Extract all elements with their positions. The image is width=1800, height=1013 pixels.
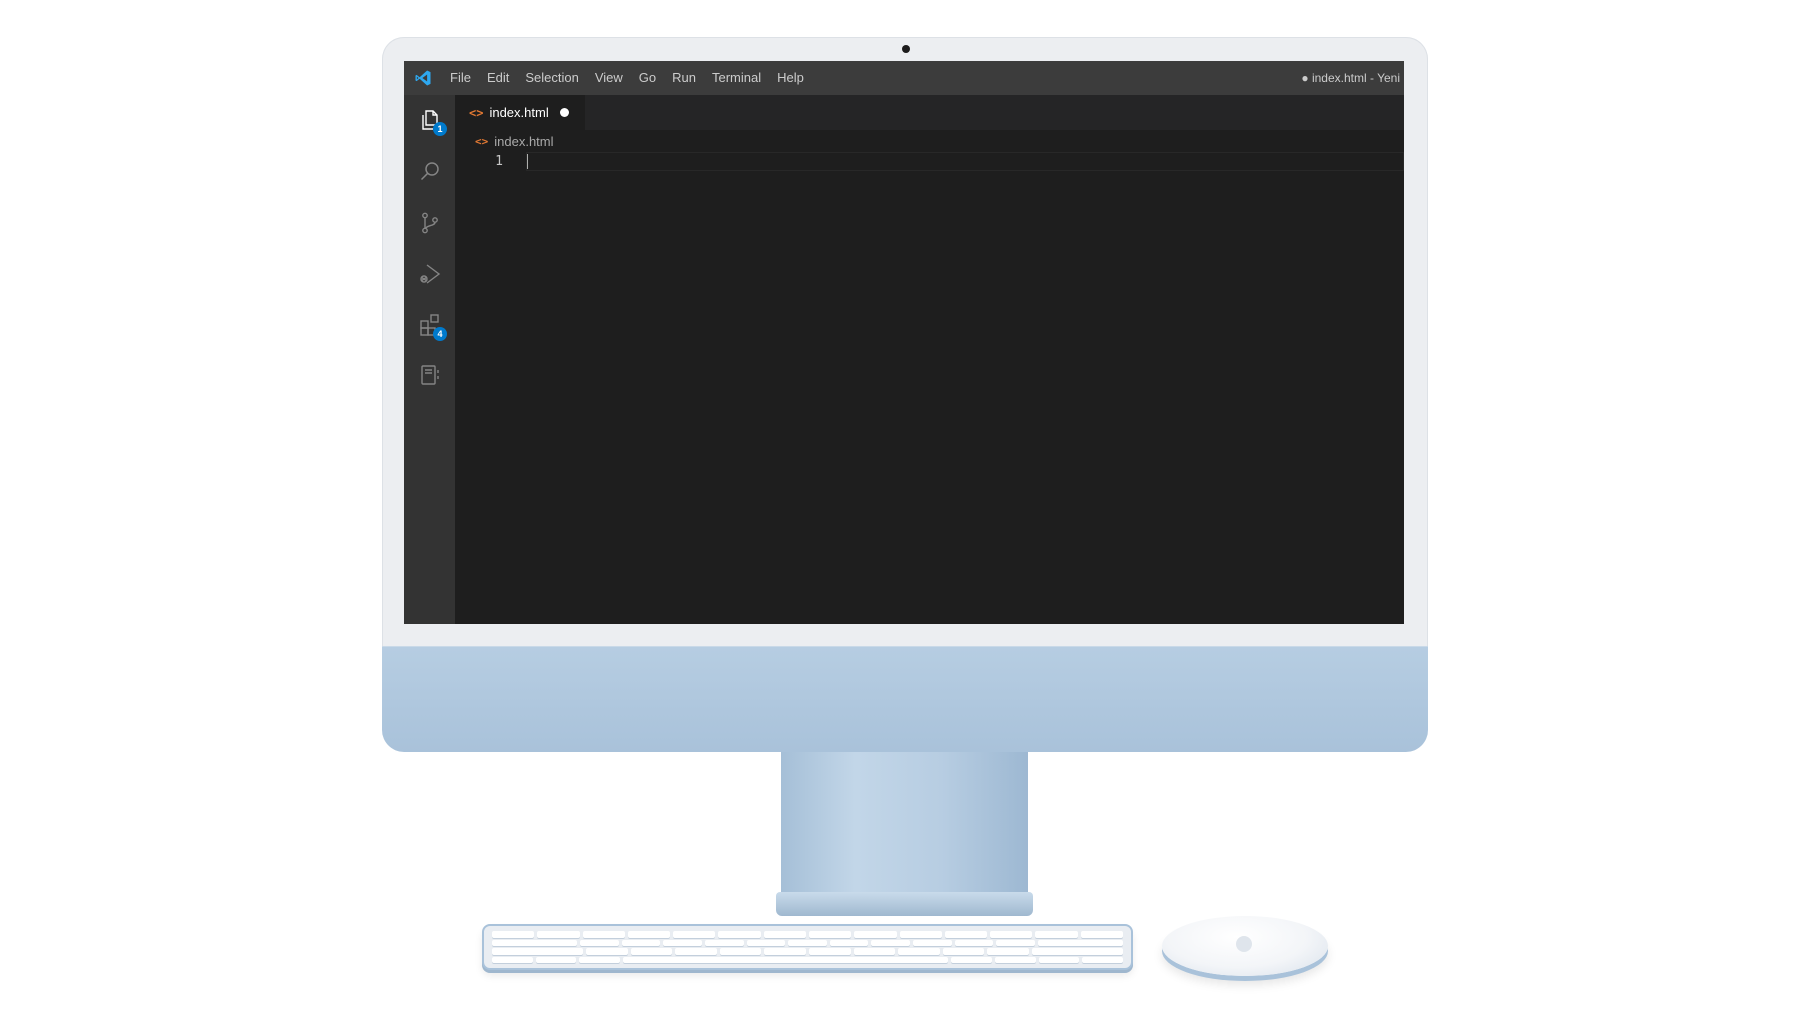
menu-file[interactable]: File [442,61,479,95]
code-editor[interactable]: 1 [455,152,1404,624]
imac-chin [382,646,1428,752]
menu-selection[interactable]: Selection [517,61,586,95]
camera-icon [902,45,910,53]
apple-logo-icon [1236,936,1252,952]
imac-scene: File Edit Selection View Go Run Terminal… [0,0,1800,1013]
extensions-badge: 4 [433,327,447,341]
keyboard [482,924,1133,970]
explorer-badge: 1 [433,122,447,136]
source-control-icon[interactable] [416,209,444,237]
html-file-icon: <> [469,105,484,120]
explorer-icon[interactable]: 1 [416,106,447,136]
line-number: 1 [495,154,503,169]
extensions-icon[interactable]: 4 [416,311,447,341]
text-cursor [527,154,528,169]
vscode-logo-icon[interactable] [404,61,442,95]
tab-label: index.html [489,105,549,120]
html-file-icon: <> [475,134,489,148]
activity-bar: 1 4 [404,95,455,624]
window-title: ● index.html - Yeni [1301,71,1400,85]
magic-mouse [1162,916,1328,976]
title-bar: File Edit Selection View Go Run Terminal… [404,61,1404,95]
unsaved-dot-icon[interactable] [560,108,569,117]
current-line-highlight [526,152,1404,171]
run-debug-icon[interactable] [416,260,444,288]
menu-bar: File Edit Selection View Go Run Terminal… [442,61,812,95]
imac-stand [781,752,1028,892]
keyboard-row [492,956,1124,963]
breadcrumb-item-index-html[interactable]: index.html [494,134,553,149]
keyboard-row [492,948,1124,955]
tab-index-html[interactable]: <> index.html [455,95,585,130]
remote-explorer-icon[interactable] [416,361,444,389]
menu-help[interactable]: Help [769,61,812,95]
menu-terminal[interactable]: Terminal [704,61,769,95]
breadcrumb: <> index.html [455,130,1404,152]
tab-bar: <> index.html [455,95,1404,130]
menu-view[interactable]: View [587,61,631,95]
search-icon[interactable] [416,158,444,186]
menu-run[interactable]: Run [664,61,704,95]
keyboard-row [492,931,1123,938]
keyboard-row [492,939,1124,946]
menu-edit[interactable]: Edit [479,61,517,95]
screen: File Edit Selection View Go Run Terminal… [404,61,1404,624]
imac-stand-foot [776,892,1033,916]
menu-go[interactable]: Go [631,61,664,95]
